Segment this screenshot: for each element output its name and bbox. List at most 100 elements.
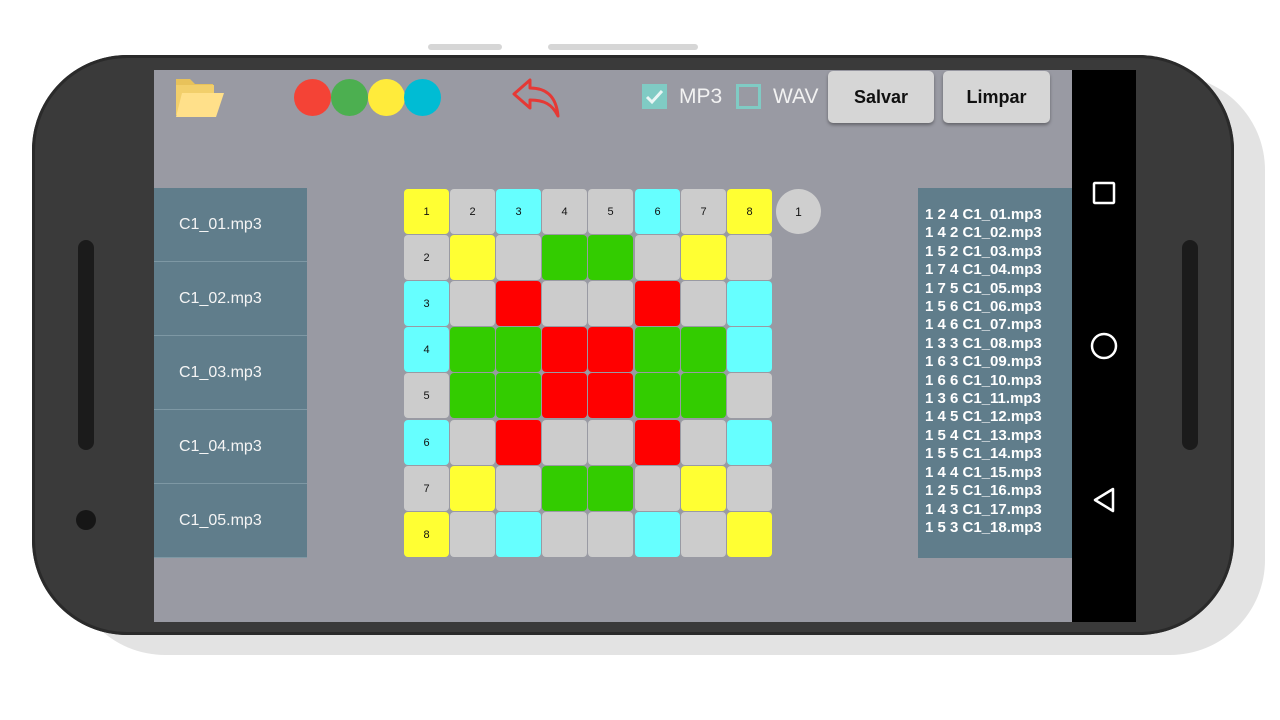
sequence-item[interactable]: 1 6 3 C1_09.mp3 [925,353,1071,371]
grid-cell[interactable] [635,420,680,465]
grid-header-row[interactable]: 6 [404,420,449,465]
grid-cell[interactable] [496,235,541,280]
grid-cell[interactable] [588,373,633,418]
grid-cell[interactable] [542,281,587,326]
grid-cell[interactable] [588,466,633,511]
sequence-item[interactable]: 1 4 5 C1_12.mp3 [925,408,1071,426]
recents-square-icon[interactable] [1072,168,1136,218]
grid-cell[interactable] [635,281,680,326]
grid-cell[interactable] [450,420,495,465]
grid-header-col[interactable]: 6 [635,189,680,234]
sequence-item[interactable]: 1 2 5 C1_16.mp3 [925,482,1071,500]
grid-header-row[interactable]: 3 [404,281,449,326]
home-circle-icon[interactable] [1072,321,1136,371]
save-button[interactable]: Salvar [828,71,934,123]
grid-cell[interactable] [450,512,495,557]
position-indicator[interactable]: 1 [776,189,821,234]
grid-cell[interactable] [542,466,587,511]
sequence-list-scroll[interactable]: 1 2 4 C1_01.mp3 1 4 2 C1_02.mp3 1 5 2 C1_0… [925,206,1071,543]
sequence-list[interactable]: 1 2 4 C1_01.mp3 1 4 2 C1_02.mp3 1 5 2 C1_0… [918,188,1072,558]
grid-cell[interactable] [588,512,633,557]
grid-cell[interactable] [727,373,772,418]
grid-cell[interactable] [635,466,680,511]
grid-header-row[interactable]: 2 [404,235,449,280]
grid-cell[interactable] [727,466,772,511]
sequence-item[interactable]: 1 2 4 C1_01.mp3 [925,206,1071,224]
grid-cell[interactable] [727,281,772,326]
sequence-item[interactable]: 1 7 5 C1_05.mp3 [925,280,1071,298]
grid-header-col[interactable]: 2 [450,189,495,234]
grid-cell[interactable] [542,327,587,372]
sequence-item[interactable]: 1 5 3 C1_18.mp3 [925,519,1071,537]
color-dot-green[interactable] [331,79,368,116]
grid-cell[interactable] [588,281,633,326]
clear-button[interactable]: Limpar [943,71,1050,123]
grid-header-col[interactable]: 5 [588,189,633,234]
file-list-item[interactable]: C1_04.mp3 [154,410,307,484]
grid-cell[interactable] [542,420,587,465]
color-dot-cyan[interactable] [404,79,441,116]
sequence-item[interactable]: 1 5 6 C1_06.mp3 [925,298,1071,316]
sequence-item[interactable]: 1 4 4 C1_15.mp3 [925,464,1071,482]
grid-header-col[interactable]: 1 [404,189,449,234]
sequence-item[interactable]: 1 7 4 C1_04.mp3 [925,261,1071,279]
grid-cell[interactable] [635,327,680,372]
back-triangle-icon[interactable] [1072,475,1136,525]
grid-cell[interactable] [681,281,726,326]
grid-header-col[interactable]: 8 [727,189,772,234]
file-list-item[interactable]: C1_01.mp3 [154,188,307,262]
sequence-item[interactable]: 1 4 6 C1_07.mp3 [925,316,1071,334]
grid-cell[interactable] [496,281,541,326]
wav-checkbox[interactable] [736,84,761,109]
grid-cell[interactable] [496,373,541,418]
file-list-item[interactable]: C1_05.mp3 [154,484,307,558]
grid-cell[interactable] [681,327,726,372]
grid-cell[interactable] [681,373,726,418]
grid-cell[interactable] [727,327,772,372]
folder-open-icon[interactable] [174,75,226,121]
file-list-item[interactable]: C1_02.mp3 [154,262,307,336]
grid-cell[interactable] [727,235,772,280]
grid-header-col[interactable]: 4 [542,189,587,234]
undo-arrow-icon[interactable] [510,76,562,120]
sequence-item[interactable]: 1 3 3 C1_08.mp3 [925,335,1071,353]
grid-cell[interactable] [450,373,495,418]
sequence-item[interactable]: 1 5 4 C1_13.mp3 [925,427,1071,445]
grid-header-col[interactable]: 7 [681,189,726,234]
grid-cell[interactable] [450,235,495,280]
grid-cell[interactable] [542,235,587,280]
grid-cell[interactable] [727,512,772,557]
grid-cell[interactable] [496,420,541,465]
grid-cell[interactable] [681,420,726,465]
grid-cell[interactable] [450,327,495,372]
sequence-item[interactable]: 1 6 6 C1_10.mp3 [925,372,1071,390]
grid-cell[interactable] [681,512,726,557]
grid-cell[interactable] [635,512,680,557]
grid-header-row[interactable]: 4 [404,327,449,372]
grid-cell[interactable] [588,327,633,372]
sequence-item[interactable]: 1 4 2 C1_02.mp3 [925,224,1071,242]
sequence-item[interactable]: 1 3 6 C1_11.mp3 [925,390,1071,408]
grid-cell[interactable] [496,327,541,372]
grid-cell[interactable] [542,373,587,418]
grid-cell[interactable] [542,512,587,557]
color-dot-red[interactable] [294,79,331,116]
grid-cell[interactable] [588,235,633,280]
grid-cell[interactable] [496,512,541,557]
mp3-checkbox[interactable] [642,84,667,109]
file-list-item[interactable]: C1_03.mp3 [154,336,307,410]
grid-cell[interactable] [635,373,680,418]
grid-cell[interactable] [496,466,541,511]
sequence-item[interactable]: 1 5 2 C1_03.mp3 [925,243,1071,261]
grid-header-col[interactable]: 3 [496,189,541,234]
grid-cell[interactable] [727,420,772,465]
grid-header-row[interactable]: 7 [404,466,449,511]
grid-cell[interactable] [450,281,495,326]
sequence-item[interactable]: 1 5 5 C1_14.mp3 [925,445,1071,463]
grid-cell[interactable] [635,235,680,280]
grid-cell[interactable] [681,235,726,280]
grid-header-row[interactable]: 8 [404,512,449,557]
grid-cell[interactable] [681,466,726,511]
grid-header-row[interactable]: 5 [404,373,449,418]
grid-cell[interactable] [450,466,495,511]
